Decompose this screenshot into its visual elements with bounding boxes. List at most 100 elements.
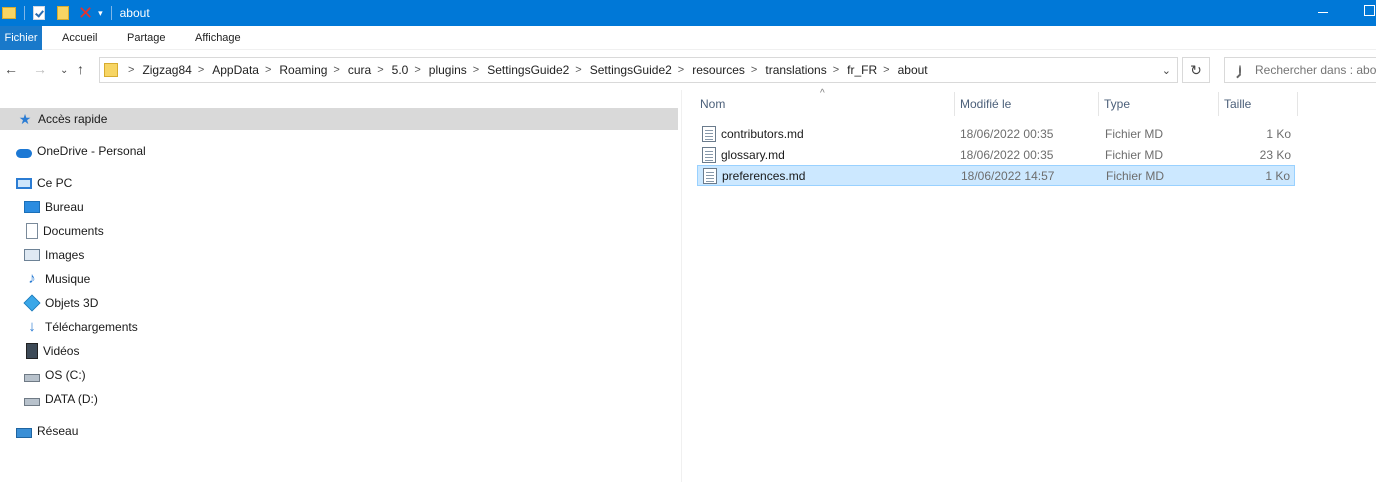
file-size: 1 Ko	[1265, 168, 1290, 183]
drive-icon	[24, 374, 40, 382]
sidebar-item-label: OneDrive - Personal	[37, 144, 146, 158]
markdown-file-icon	[702, 125, 716, 142]
maximize-button[interactable]	[1364, 5, 1375, 16]
sidebar-item-label: Images	[45, 248, 85, 262]
breadcrumb-cura[interactable]: cura	[348, 63, 371, 77]
chevron-right-icon[interactable]: >	[678, 64, 684, 76]
breadcrumb: > Zigzag84 > AppData > Roaming > cura >5.0 >…	[122, 63, 928, 77]
breadcrumb-resources[interactable]: resources	[692, 63, 745, 77]
sidebar-item-images[interactable]: Images	[24, 244, 84, 266]
chevron-right-icon[interactable]: >	[128, 64, 134, 76]
chevron-right-icon[interactable]: >	[883, 64, 889, 76]
sidebar-item-drive-c[interactable]: OS (C:)	[24, 364, 86, 386]
sort-ascending-icon: ^	[820, 88, 825, 99]
breadcrumb-settingsguide2-inner[interactable]: SettingsGuide2	[590, 63, 672, 77]
column-divider[interactable]	[954, 92, 955, 116]
chevron-right-icon[interactable]: >	[751, 64, 757, 76]
tab-accueil[interactable]: Accueil	[62, 26, 97, 50]
search-input[interactable]	[1255, 63, 1376, 77]
table-row[interactable]: contributors.md 18/06/2022 00:35 Fichier…	[697, 123, 1295, 144]
sidebar-item-videos[interactable]: Vidéos	[24, 340, 79, 362]
forward-arrow-icon[interactable]: →	[33, 62, 47, 76]
column-divider[interactable]	[1098, 92, 1099, 116]
drive-icon	[24, 398, 40, 406]
address-history-chevron-icon[interactable]: ⌄	[1162, 64, 1171, 77]
chevron-right-icon[interactable]: >	[414, 64, 420, 76]
back-arrow-icon[interactable]: ←	[4, 62, 18, 76]
tab-fichier[interactable]: Fichier	[0, 26, 42, 50]
download-arrow-icon: ↓	[28, 318, 36, 335]
tab-affichage[interactable]: Affichage	[195, 26, 241, 50]
sidebar-item-label: Documents	[43, 224, 104, 238]
up-arrow-icon[interactable]: ↑	[77, 62, 84, 76]
chevron-right-icon[interactable]: >	[333, 64, 339, 76]
file-modified: 18/06/2022 00:35	[960, 126, 1054, 141]
sidebar-item-label: Musique	[45, 272, 91, 286]
desktop-icon	[24, 201, 40, 213]
folder-icon	[2, 7, 16, 19]
sidebar-item-downloads[interactable]: ↓ Téléchargements	[24, 316, 138, 338]
chevron-right-icon[interactable]: >	[833, 64, 839, 76]
address-bar[interactable]: > Zigzag84 > AppData > Roaming > cura >5.0 >…	[99, 57, 1178, 83]
breadcrumb-fr-fr[interactable]: fr_FR	[847, 63, 877, 77]
film-icon	[26, 343, 38, 359]
file-type: Fichier MD	[1105, 147, 1164, 162]
file-name: contributors.md	[721, 126, 804, 141]
column-divider[interactable]	[1218, 92, 1219, 116]
tab-partage[interactable]: Partage	[127, 26, 166, 50]
breadcrumb-plugins[interactable]: plugins	[429, 63, 467, 77]
minimize-button[interactable]	[1318, 12, 1328, 13]
properties-icon[interactable]	[33, 6, 45, 20]
file-modified: 18/06/2022 00:35	[960, 147, 1054, 162]
sidebar-item-network[interactable]: Réseau	[16, 420, 78, 442]
sidebar-item-onedrive[interactable]: OneDrive - Personal	[16, 140, 146, 162]
column-header-type[interactable]: Type	[1104, 90, 1130, 118]
chevron-right-icon[interactable]: >	[198, 64, 204, 76]
new-folder-icon[interactable]	[57, 6, 69, 20]
chevron-right-icon[interactable]: >	[377, 64, 383, 76]
breadcrumb-settingsguide2[interactable]: SettingsGuide2	[487, 63, 569, 77]
chevron-right-icon[interactable]: >	[265, 64, 271, 76]
sidebar-item-label: DATA (D:)	[45, 392, 98, 406]
column-header-modified[interactable]: Modifié le	[960, 90, 1011, 118]
breadcrumb-version[interactable]: 5.0	[392, 63, 409, 77]
delete-icon[interactable]: ✕	[78, 4, 93, 22]
breadcrumb-about[interactable]: about	[898, 63, 928, 77]
breadcrumb-translations[interactable]: translations	[765, 63, 826, 77]
computer-icon	[16, 177, 32, 189]
sidebar-item-desktop[interactable]: Bureau	[24, 196, 84, 218]
table-row[interactable]: glossary.md 18/06/2022 00:35 Fichier MD …	[697, 144, 1295, 165]
column-header-name[interactable]: Nom	[700, 90, 725, 118]
window-title: about	[119, 6, 150, 20]
sidebar-item-label: Vidéos	[43, 344, 80, 358]
breadcrumb-appdata[interactable]: AppData	[212, 63, 259, 77]
sidebar-item-label: Téléchargements	[45, 320, 138, 334]
table-row-selected[interactable]: preferences.md 18/06/2022 14:57 Fichier …	[697, 165, 1295, 186]
file-list: ^ Nom Modifié le Type Taille contributor…	[682, 88, 1376, 482]
sidebar-item-quick-access[interactable]: ★ Accès rapide	[0, 108, 678, 130]
sidebar-item-documents[interactable]: Documents	[24, 220, 104, 242]
sidebar-item-label: Objets 3D	[45, 296, 99, 310]
quick-access-toolbar: ✕ ▾	[0, 0, 112, 26]
markdown-file-icon	[703, 167, 717, 184]
column-header-size[interactable]: Taille	[1224, 90, 1251, 118]
refresh-button[interactable]: ↻	[1182, 57, 1210, 83]
breadcrumb-zigzag84[interactable]: Zigzag84	[142, 63, 191, 77]
customize-toolbar-chevron-icon[interactable]: ▾	[98, 8, 103, 19]
column-divider[interactable]	[1297, 92, 1298, 116]
file-type: Fichier MD	[1106, 168, 1165, 183]
recent-locations-chevron-icon[interactable]: ⌄	[60, 64, 68, 78]
sidebar-item-drive-d[interactable]: DATA (D:)	[24, 388, 98, 410]
markdown-file-icon	[702, 146, 716, 163]
breadcrumb-roaming[interactable]: Roaming	[279, 63, 327, 77]
search-box[interactable]	[1224, 57, 1376, 83]
file-name: preferences.md	[722, 168, 806, 183]
sidebar-item-this-pc[interactable]: Ce PC	[16, 172, 72, 194]
file-size: 1 Ko	[1266, 126, 1291, 141]
chevron-right-icon[interactable]: >	[575, 64, 581, 76]
sidebar-item-music[interactable]: ♪ Musique	[24, 268, 90, 290]
chevron-right-icon[interactable]: >	[473, 64, 479, 76]
file-modified: 18/06/2022 14:57	[961, 168, 1055, 183]
sidebar-item-3d-objects[interactable]: Objets 3D	[23, 292, 99, 314]
divider	[110, 6, 112, 20]
